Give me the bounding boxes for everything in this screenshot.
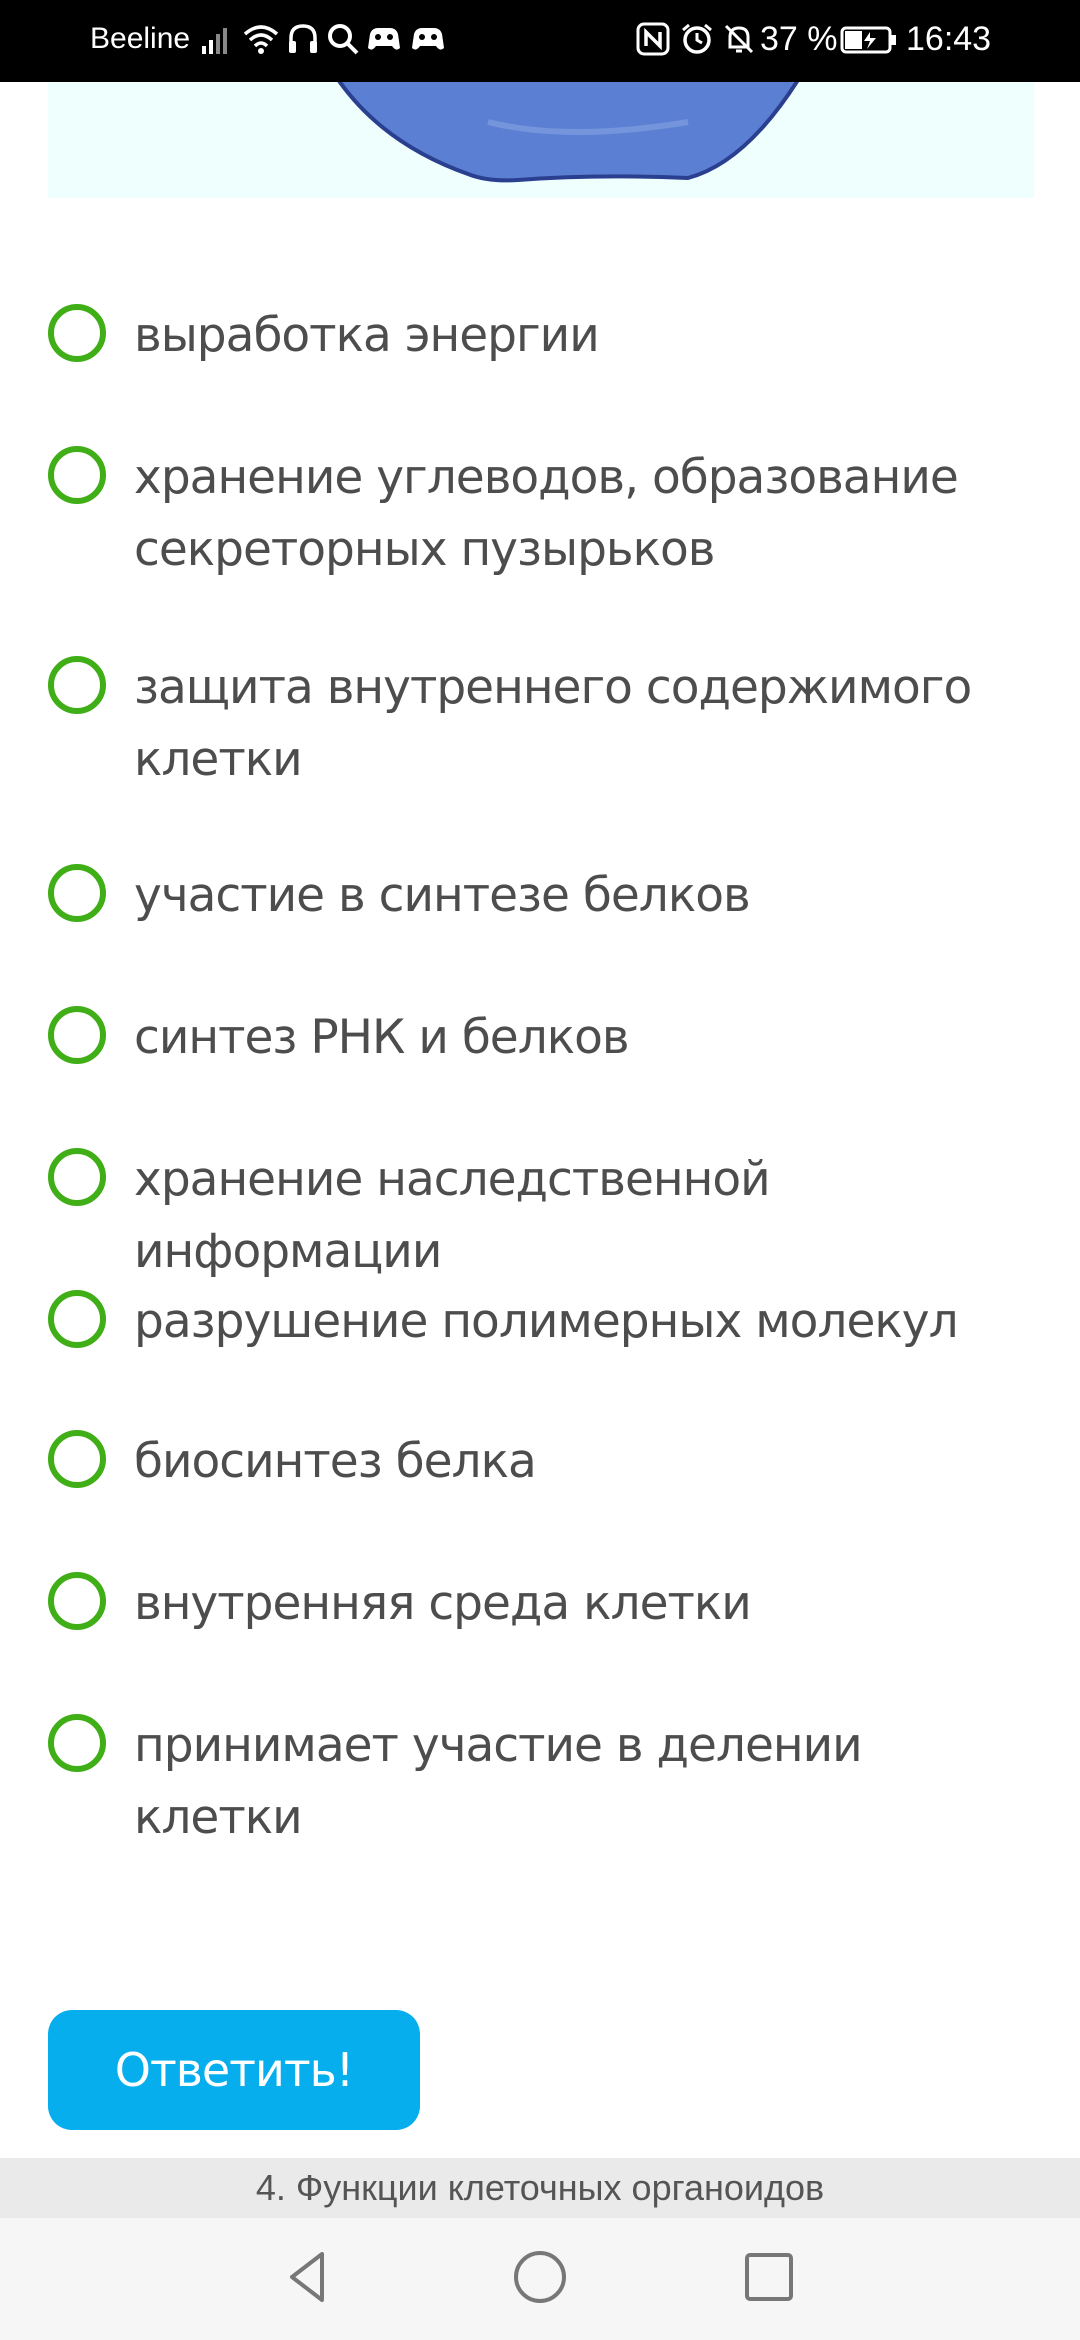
radio-button[interactable]	[48, 446, 106, 504]
option-label: участие в синтезе белков	[134, 868, 751, 923]
gamepad-icon	[410, 22, 446, 61]
back-icon[interactable]	[272, 2242, 342, 2312]
option-label: принимает участие в делении клетки	[134, 1718, 863, 1845]
nfc-icon	[636, 22, 670, 61]
radio-button[interactable]	[48, 1148, 106, 1206]
radio-button[interactable]	[48, 1006, 106, 1064]
headphones-icon	[286, 22, 320, 61]
option-item[interactable]: выработка энергии	[48, 300, 1048, 372]
option-label: хранение углеводов, образование секретор…	[134, 450, 959, 577]
radio-button[interactable]	[48, 1572, 106, 1630]
clock: 16:43	[906, 20, 992, 58]
bell-off-icon	[722, 22, 756, 61]
radio-button[interactable]	[48, 304, 106, 362]
option-item[interactable]: хранение углеводов, образование секретор…	[48, 442, 1048, 586]
signal-icon	[200, 22, 234, 61]
gamepad-icon	[366, 22, 402, 61]
lesson-title-bar: 4. Функции клеточных органоидов	[0, 2158, 1080, 2218]
status-bar: Beeline 37 % 16:43	[0, 0, 1080, 82]
option-item[interactable]: защита внутреннего содержимого клетки	[48, 652, 1048, 796]
carrier-name: Beeline	[90, 22, 191, 55]
alarm-icon	[680, 22, 714, 61]
option-item[interactable]: синтез РНК и белков	[48, 1002, 1048, 1074]
option-label: хранение наследственной информации	[134, 1152, 771, 1279]
lesson-title: 4. Функции клеточных органоидов	[255, 2167, 825, 2208]
screen: Beeline 37 % 16:43 выработка энергии хра…	[0, 0, 1080, 2340]
system-nav-bar	[0, 2218, 1080, 2340]
battery-percent: 37 %	[760, 20, 838, 58]
option-item[interactable]: принимает участие в делении клетки	[48, 1710, 1048, 1854]
option-label: разрушение полимерных молекул	[134, 1294, 959, 1349]
option-item[interactable]: внутренняя среда клетки	[48, 1568, 1048, 1640]
radio-button[interactable]	[48, 864, 106, 922]
radio-button[interactable]	[48, 1714, 106, 1772]
option-label: биосинтез белка	[134, 1434, 537, 1489]
option-item[interactable]: биосинтез белка	[48, 1426, 1048, 1498]
option-label: синтез РНК и белков	[134, 1010, 630, 1065]
organelle-image	[48, 82, 1034, 198]
recents-icon[interactable]	[734, 2242, 804, 2312]
home-icon[interactable]	[505, 2242, 575, 2312]
option-label: защита внутреннего содержимого клетки	[134, 660, 972, 787]
search-icon	[326, 22, 360, 61]
option-item[interactable]: участие в синтезе белков	[48, 860, 1048, 932]
option-item[interactable]: разрушение полимерных молекул	[48, 1286, 1048, 1358]
wifi-icon	[242, 22, 280, 61]
option-item[interactable]: хранение наследственной информации	[48, 1144, 1048, 1288]
radio-button[interactable]	[48, 1290, 106, 1348]
option-label: выработка энергии	[134, 308, 600, 363]
battery-icon	[840, 22, 898, 61]
submit-answer-button[interactable]: Ответить!	[48, 2010, 420, 2130]
radio-button[interactable]	[48, 1430, 106, 1488]
radio-button[interactable]	[48, 656, 106, 714]
option-label: внутренняя среда клетки	[134, 1576, 752, 1631]
